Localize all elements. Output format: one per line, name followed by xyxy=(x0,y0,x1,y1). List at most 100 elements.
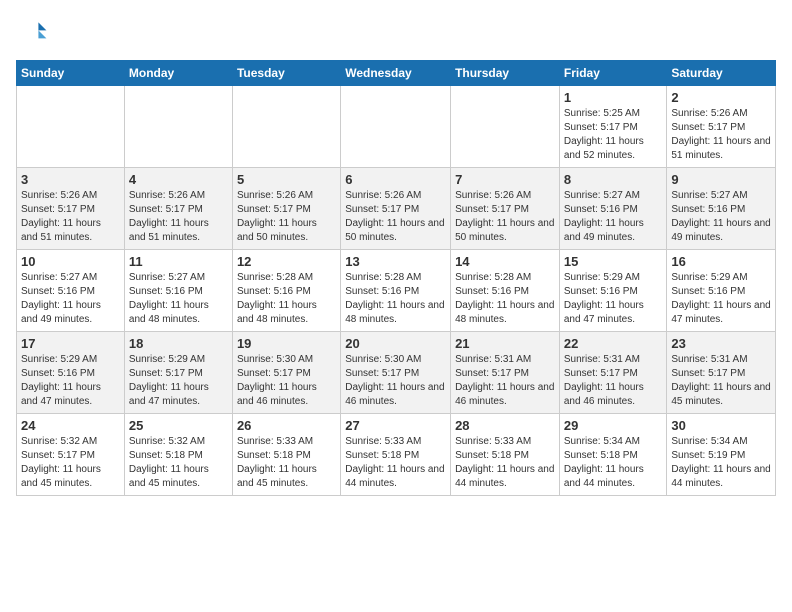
calendar-cell xyxy=(232,86,340,168)
day-number: 27 xyxy=(345,418,446,433)
day-info: Sunrise: 5:32 AM Sunset: 5:18 PM Dayligh… xyxy=(129,435,228,491)
day-info: Sunrise: 5:33 AM Sunset: 5:18 PM Dayligh… xyxy=(345,435,446,491)
calendar-cell: 27 Sunrise: 5:33 AM Sunset: 5:18 PM Dayli… xyxy=(341,414,451,496)
day-info: Sunrise: 5:26 AM Sunset: 5:17 PM Dayligh… xyxy=(455,189,555,245)
day-number: 20 xyxy=(345,336,446,351)
day-info: Sunrise: 5:26 AM Sunset: 5:17 PM Dayligh… xyxy=(21,189,120,245)
calendar-cell: 3Sunrise: 5:26 AM Sunset: 5:17 PM Daylig… xyxy=(17,168,125,250)
day-info: Sunrise: 5:31 AM Sunset: 5:17 PM Dayligh… xyxy=(671,353,771,409)
day-number: 5 xyxy=(237,172,336,187)
calendar-cell: 8 Sunrise: 5:27 AM Sunset: 5:16 PM Daylig… xyxy=(559,168,667,250)
calendar-cell: 15 Sunrise: 5:29 AM Sunset: 5:16 PM Dayli… xyxy=(559,250,667,332)
day-info: Sunrise: 5:29 AM Sunset: 5:16 PM Dayligh… xyxy=(564,271,663,327)
day-number: 30 xyxy=(671,418,771,433)
calendar-cell: 9 Sunrise: 5:27 AM Sunset: 5:16 PM Daylig… xyxy=(667,168,776,250)
calendar-cell: 2 Sunrise: 5:26 AM Sunset: 5:17 PM Daylig… xyxy=(667,86,776,168)
day-number: 13 xyxy=(345,254,446,269)
day-number: 11 xyxy=(129,254,228,269)
day-number: 8 xyxy=(564,172,663,187)
calendar-cell: 29 Sunrise: 5:34 AM Sunset: 5:18 PM Dayli… xyxy=(559,414,667,496)
calendar-cell: 5 Sunrise: 5:26 AM Sunset: 5:17 PM Daylig… xyxy=(232,168,340,250)
day-info: Sunrise: 5:33 AM Sunset: 5:18 PM Dayligh… xyxy=(455,435,555,491)
calendar-cell xyxy=(341,86,451,168)
calendar-cell: 24 Sunrise: 5:32 AM Sunset: 5:17 PM Dayli… xyxy=(17,414,125,496)
day-info: Sunrise: 5:27 AM Sunset: 5:16 PM Dayligh… xyxy=(564,189,663,245)
day-info: Sunrise: 5:34 AM Sunset: 5:18 PM Dayligh… xyxy=(564,435,663,491)
calendar-cell: 11 Sunrise: 5:27 AM Sunset: 5:16 PM Dayli… xyxy=(124,250,232,332)
page-header xyxy=(16,16,776,48)
day-header-thursday: Thursday xyxy=(451,61,560,86)
calendar-table: SundayMondayTuesdayWednesdayThursdayFrid… xyxy=(16,60,776,496)
calendar-cell xyxy=(17,86,125,168)
day-number: 24 xyxy=(21,418,120,433)
calendar-week-row: 17 Sunrise: 5:29 AM Sunset: 5:16 PM Dayli… xyxy=(17,332,776,414)
calendar-week-row: 10 Sunrise: 5:27 AM Sunset: 5:16 PM Dayli… xyxy=(17,250,776,332)
calendar-cell: 6Sunrise: 5:26 AM Sunset: 5:17 PM Daylig… xyxy=(341,168,451,250)
day-info: Sunrise: 5:28 AM Sunset: 5:16 PM Dayligh… xyxy=(237,271,336,327)
calendar-cell: 28 Sunrise: 5:33 AM Sunset: 5:18 PM Dayli… xyxy=(451,414,560,496)
day-header-friday: Friday xyxy=(559,61,667,86)
day-info: Sunrise: 5:26 AM Sunset: 5:17 PM Dayligh… xyxy=(129,189,228,245)
day-info: Sunrise: 5:29 AM Sunset: 5:16 PM Dayligh… xyxy=(671,271,771,327)
day-number: 23 xyxy=(671,336,771,351)
calendar-cell: 13 Sunrise: 5:28 AM Sunset: 5:16 PM Dayli… xyxy=(341,250,451,332)
day-info: Sunrise: 5:28 AM Sunset: 5:16 PM Dayligh… xyxy=(455,271,555,327)
day-info: Sunrise: 5:29 AM Sunset: 5:16 PM Dayligh… xyxy=(21,353,120,409)
calendar-cell: 26 Sunrise: 5:33 AM Sunset: 5:18 PM Dayli… xyxy=(232,414,340,496)
day-number: 12 xyxy=(237,254,336,269)
calendar-cell xyxy=(451,86,560,168)
calendar-cell: 14Sunrise: 5:28 AM Sunset: 5:16 PM Dayli… xyxy=(451,250,560,332)
logo xyxy=(16,16,52,48)
calendar-cell: 1 Sunrise: 5:25 AM Sunset: 5:17 PM Daylig… xyxy=(559,86,667,168)
day-header-monday: Monday xyxy=(124,61,232,86)
day-header-tuesday: Tuesday xyxy=(232,61,340,86)
day-info: Sunrise: 5:32 AM Sunset: 5:17 PM Dayligh… xyxy=(21,435,120,491)
calendar-cell: 20 Sunrise: 5:30 AM Sunset: 5:17 PM Dayli… xyxy=(341,332,451,414)
calendar-header-row: SundayMondayTuesdayWednesdayThursdayFrid… xyxy=(17,61,776,86)
calendar-cell: 22 Sunrise: 5:31 AM Sunset: 5:17 PM Dayli… xyxy=(559,332,667,414)
day-info: Sunrise: 5:31 AM Sunset: 5:17 PM Dayligh… xyxy=(564,353,663,409)
calendar-cell: 19Sunrise: 5:30 AM Sunset: 5:17 PM Dayli… xyxy=(232,332,340,414)
day-number: 28 xyxy=(455,418,555,433)
day-number: 18 xyxy=(129,336,228,351)
day-info: Sunrise: 5:29 AM Sunset: 5:17 PM Dayligh… xyxy=(129,353,228,409)
day-number: 6 xyxy=(345,172,446,187)
day-info: Sunrise: 5:28 AM Sunset: 5:16 PM Dayligh… xyxy=(345,271,446,327)
calendar-cell xyxy=(124,86,232,168)
calendar-cell: 7 Sunrise: 5:26 AM Sunset: 5:17 PM Daylig… xyxy=(451,168,560,250)
day-info: Sunrise: 5:27 AM Sunset: 5:16 PM Dayligh… xyxy=(21,271,120,327)
day-number: 29 xyxy=(564,418,663,433)
day-info: Sunrise: 5:26 AM Sunset: 5:17 PM Dayligh… xyxy=(671,107,771,163)
day-info: Sunrise: 5:27 AM Sunset: 5:16 PM Dayligh… xyxy=(129,271,228,327)
day-header-sunday: Sunday xyxy=(17,61,125,86)
day-number: 22 xyxy=(564,336,663,351)
calendar-cell: 16 Sunrise: 5:29 AM Sunset: 5:16 PM Dayli… xyxy=(667,250,776,332)
day-info: Sunrise: 5:33 AM Sunset: 5:18 PM Dayligh… xyxy=(237,435,336,491)
day-info: Sunrise: 5:25 AM Sunset: 5:17 PM Dayligh… xyxy=(564,107,663,163)
day-number: 4 xyxy=(129,172,228,187)
day-info: Sunrise: 5:26 AM Sunset: 5:17 PM Dayligh… xyxy=(237,189,336,245)
calendar-cell: 21Sunrise: 5:31 AM Sunset: 5:17 PM Dayli… xyxy=(451,332,560,414)
day-number: 2 xyxy=(671,90,771,105)
day-number: 9 xyxy=(671,172,771,187)
day-number: 26 xyxy=(237,418,336,433)
day-number: 10 xyxy=(21,254,120,269)
day-header-wednesday: Wednesday xyxy=(341,61,451,86)
calendar-cell: 12 Sunrise: 5:28 AM Sunset: 5:16 PM Dayli… xyxy=(232,250,340,332)
logo-icon xyxy=(16,16,48,48)
day-number: 7 xyxy=(455,172,555,187)
calendar-cell: 30 Sunrise: 5:34 AM Sunset: 5:19 PM Dayli… xyxy=(667,414,776,496)
calendar-cell: 10 Sunrise: 5:27 AM Sunset: 5:16 PM Dayli… xyxy=(17,250,125,332)
day-number: 15 xyxy=(564,254,663,269)
day-info: Sunrise: 5:27 AM Sunset: 5:16 PM Dayligh… xyxy=(671,189,771,245)
day-number: 16 xyxy=(671,254,771,269)
day-number: 1 xyxy=(564,90,663,105)
calendar-cell: 18 Sunrise: 5:29 AM Sunset: 5:17 PM Dayli… xyxy=(124,332,232,414)
day-info: Sunrise: 5:30 AM Sunset: 5:17 PM Dayligh… xyxy=(345,353,446,409)
calendar-week-row: 1 Sunrise: 5:25 AM Sunset: 5:17 PM Daylig… xyxy=(17,86,776,168)
calendar-cell: 23 Sunrise: 5:31 AM Sunset: 5:17 PM Dayli… xyxy=(667,332,776,414)
day-number: 17 xyxy=(21,336,120,351)
day-info: Sunrise: 5:34 AM Sunset: 5:19 PM Dayligh… xyxy=(671,435,771,491)
day-number: 25 xyxy=(129,418,228,433)
day-number: 21 xyxy=(455,336,555,351)
